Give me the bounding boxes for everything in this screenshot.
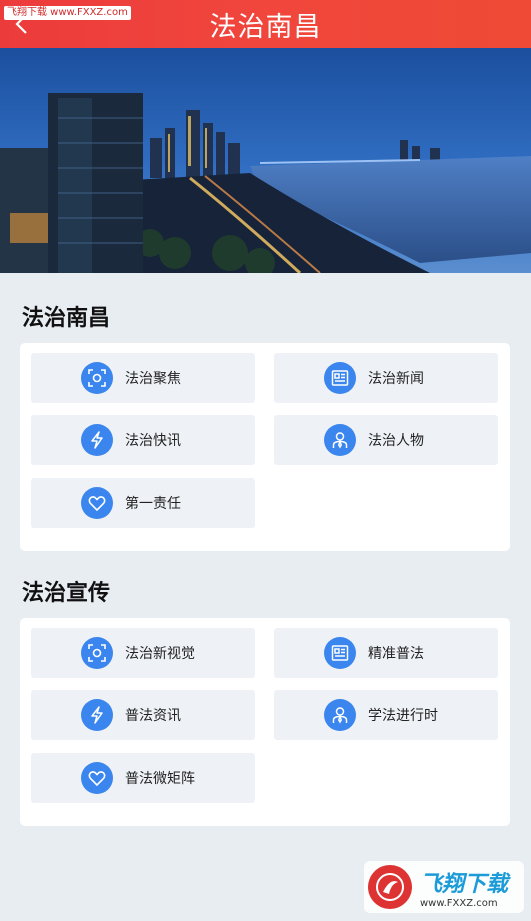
tile-label: 法治聚焦 <box>125 371 181 387</box>
page-title: 法治南昌 <box>209 11 322 43</box>
tile-fazhi-xin-shijue[interactable]: 法治新视觉 <box>31 628 255 678</box>
focus-icon <box>81 637 113 669</box>
tile-fazhi-kuaixun[interactable]: 法治快讯 <box>31 415 255 465</box>
tile-fazhi-jujiao[interactable]: 法治聚焦 <box>31 353 255 403</box>
newspaper-icon <box>324 362 356 394</box>
section-card-fazhi-xuanchuan: 法治新视觉 精准普法 普法资讯 学法进行时 普法微矩阵 <box>20 618 510 826</box>
tile-jingzhun-pufa[interactable]: 精准普法 <box>274 628 498 678</box>
tile-label: 法治新视觉 <box>125 646 195 662</box>
section-card-fazhi-nanchang: 法治聚焦 法治新闻 法治快讯 法治人物 第一责任 <box>20 343 510 551</box>
tile-label: 法治人物 <box>368 433 424 449</box>
watermark-top: 飞翔下载 www.FXXZ.com <box>4 6 131 20</box>
heart-icon <box>81 487 113 519</box>
app-header: 飞翔下载 www.FXXZ.com 法治南昌 <box>0 0 531 48</box>
tile-label: 学法进行时 <box>368 708 438 724</box>
heart-icon <box>81 762 113 794</box>
focus-icon <box>81 362 113 394</box>
tile-label: 法治快讯 <box>125 433 181 449</box>
tile-label: 普法微矩阵 <box>125 771 195 787</box>
watermark-bottom: 飞翔下载 www.FXXZ.com <box>364 861 524 913</box>
person-icon <box>324 424 356 456</box>
tile-pufa-wei-juzhen[interactable]: 普法微矩阵 <box>31 753 255 803</box>
newspaper-icon <box>324 637 356 669</box>
fxxz-logo-icon <box>368 865 412 909</box>
tile-label: 普法资讯 <box>125 708 181 724</box>
tile-xuefa-jinxingshi[interactable]: 学法进行时 <box>274 690 498 740</box>
tile-label: 法治新闻 <box>368 371 424 387</box>
tile-diyi-zeren[interactable]: 第一责任 <box>31 478 255 528</box>
watermark-url: www.FXXZ.com <box>420 897 498 909</box>
lightning-icon <box>81 699 113 731</box>
tile-fazhi-xinwen[interactable]: 法治新闻 <box>274 353 498 403</box>
watermark-name: 飞翔下载 <box>420 871 509 897</box>
banner-image[interactable] <box>0 48 531 273</box>
section-title-fazhi-nanchang: 法治南昌 <box>22 306 111 331</box>
person-icon <box>324 699 356 731</box>
tile-fazhi-renwu[interactable]: 法治人物 <box>274 415 498 465</box>
tile-label: 第一责任 <box>125 496 181 512</box>
tile-pufa-zixun[interactable]: 普法资讯 <box>31 690 255 740</box>
tile-label: 精准普法 <box>368 646 424 662</box>
lightning-icon <box>81 424 113 456</box>
section-title-fazhi-xuanchuan: 法治宣传 <box>22 581 111 606</box>
